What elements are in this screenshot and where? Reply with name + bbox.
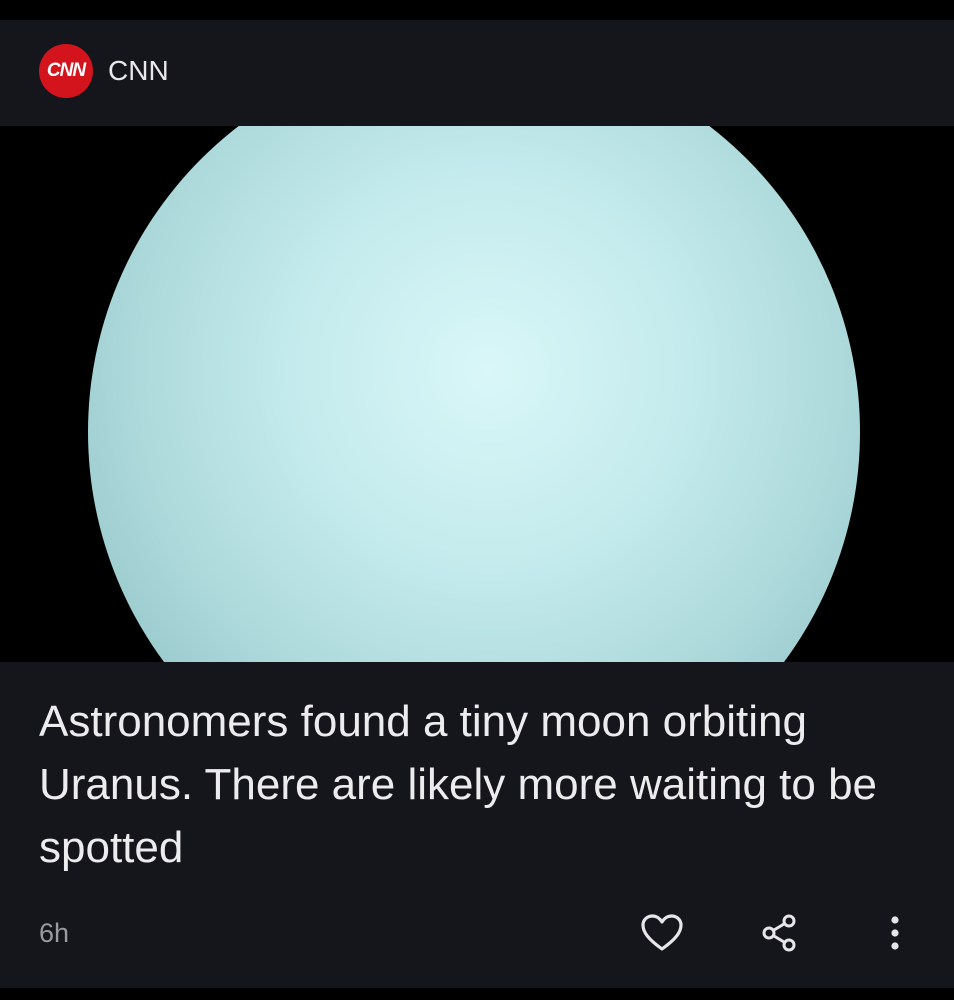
uranus-image — [88, 126, 860, 662]
heart-icon — [641, 914, 683, 951]
source-row[interactable]: CNN CNN — [0, 20, 954, 126]
bottom-strip — [0, 988, 954, 1000]
share-button[interactable] — [754, 908, 804, 958]
source-name[interactable]: CNN — [108, 55, 169, 87]
cnn-logo-icon: CNN — [39, 44, 93, 98]
article-headline[interactable]: Astronomers found a tiny moon orbiting U… — [39, 690, 919, 879]
share-icon — [762, 914, 796, 952]
source-logo-text: CNN — [46, 60, 86, 81]
article-age: 6h — [39, 918, 70, 948]
more-vertical-icon — [891, 916, 899, 950]
like-button[interactable] — [637, 908, 687, 958]
hero-image[interactable] — [0, 126, 954, 662]
top-strip — [0, 0, 954, 20]
more-options-button[interactable] — [870, 908, 920, 958]
